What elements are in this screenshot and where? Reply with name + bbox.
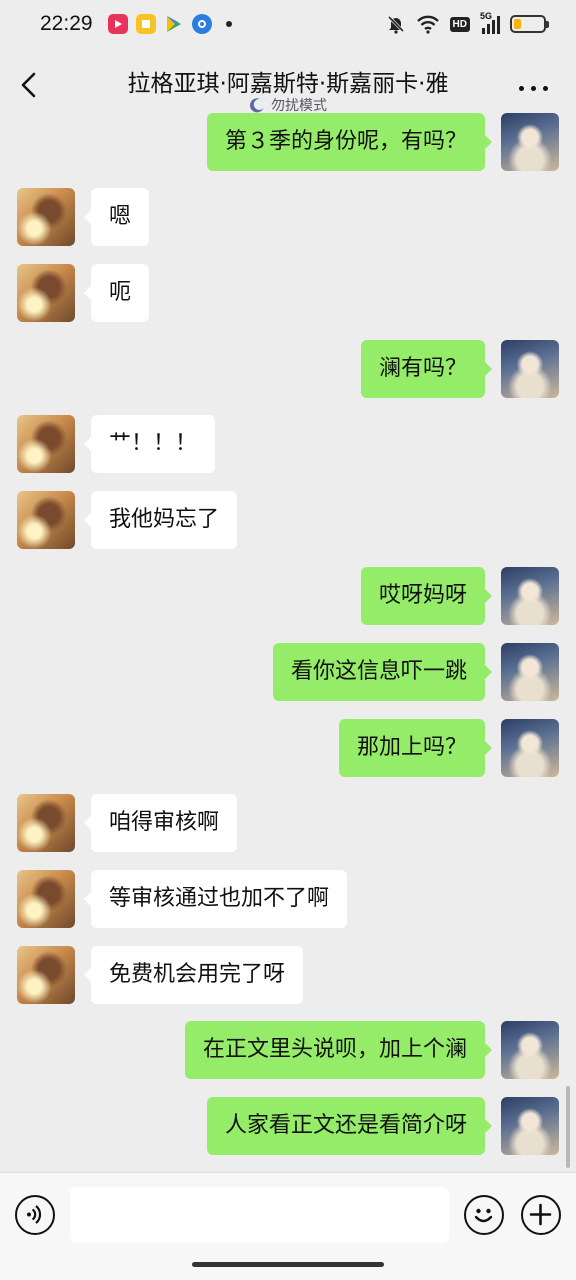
message-bubble[interactable]: 在正文里头说呗，加上个澜	[184, 1021, 493, 1079]
contact-avatar[interactable]	[17, 415, 75, 473]
do-not-disturb-label: 勿扰模式	[271, 98, 327, 114]
sent-message: 看你这信息吓一跳	[0, 643, 576, 703]
emoji-button[interactable]	[464, 1195, 504, 1235]
message-bubble[interactable]: 人家看正文还是看简介呀	[206, 1097, 493, 1155]
my-avatar[interactable]	[501, 643, 559, 701]
my-avatar[interactable]	[501, 567, 559, 625]
message-bubble[interactable]: 澜有吗？	[360, 340, 493, 398]
sent-message: 在正文里头说呗，加上个澜	[0, 1021, 576, 1081]
message-bubble[interactable]: 嗯	[83, 188, 150, 246]
received-message: 等审核通过也加不了啊	[0, 870, 576, 930]
hd-badge: HD	[449, 16, 470, 32]
status-bar: 22:29 HD 5G	[0, 0, 576, 52]
message-bubble[interactable]: 免费机会用完了呀	[83, 946, 304, 1004]
more-options-icon[interactable]	[519, 86, 548, 91]
message-bubble[interactable]: 那加上吗？	[338, 719, 493, 777]
chat-title: 拉格亚琪·阿嘉斯特·斯嘉丽卡·雅	[127, 71, 449, 97]
received-message: 咱得审核啊	[0, 794, 576, 854]
message-bubble[interactable]: 等审核通过也加不了啊	[83, 870, 348, 928]
my-avatar[interactable]	[501, 1021, 559, 1079]
notification-icons	[108, 14, 232, 34]
more-functions-button[interactable]	[521, 1195, 561, 1235]
smiley-icon	[474, 1208, 493, 1223]
contact-avatar[interactable]	[17, 188, 75, 246]
contact-avatar[interactable]	[17, 946, 75, 1004]
my-avatar[interactable]	[501, 113, 559, 171]
contact-avatar[interactable]	[17, 870, 75, 928]
sent-message: 那加上吗？	[0, 719, 576, 779]
battery-icon	[510, 15, 549, 33]
message-bubble[interactable]: 看你这信息吓一跳	[272, 643, 493, 701]
sent-message: 哎呀妈呀	[0, 567, 576, 627]
sent-message: 第３季的身份呢，有吗？	[0, 113, 576, 173]
contact-avatar[interactable]	[17, 794, 75, 852]
notes-app-icon	[136, 14, 156, 34]
do-not-disturb-status: 勿扰模式	[0, 95, 576, 115]
received-message: 艹！！！	[0, 415, 576, 475]
more-notifications-dot	[226, 21, 232, 27]
system-icons: HD 5G	[386, 11, 549, 34]
message-bubble[interactable]: 呃	[83, 264, 150, 322]
battery-level	[514, 19, 521, 29]
moon-icon	[250, 98, 264, 113]
message-bubble[interactable]: 哎呀妈呀	[360, 567, 493, 625]
my-avatar[interactable]	[501, 340, 559, 398]
signal-icon: 5G	[480, 11, 500, 34]
sent-message: 澜有吗？	[0, 340, 576, 400]
my-avatar[interactable]	[501, 1097, 559, 1155]
my-avatar[interactable]	[501, 719, 559, 777]
network-type-label: 5G	[480, 11, 493, 21]
message-bubble[interactable]: 第３季的身份呢，有吗？	[206, 113, 493, 171]
sent-message: 人家看正文还是看简介呀	[0, 1097, 576, 1157]
contact-avatar[interactable]	[17, 264, 75, 322]
message-input[interactable]	[70, 1187, 449, 1243]
scrollbar[interactable]	[566, 1086, 570, 1168]
browser-app-icon	[192, 14, 212, 34]
message-bubble[interactable]: 咱得审核啊	[83, 794, 238, 852]
message-bubble[interactable]: 我他妈忘了	[83, 491, 238, 549]
received-message: 免费机会用完了呀	[0, 946, 576, 1006]
status-time: 22:29	[40, 12, 93, 35]
voice-icon	[27, 1205, 42, 1224]
chat-header: 拉格亚琪·阿嘉斯特·斯嘉丽卡·雅 勿扰模式	[0, 52, 576, 118]
received-message: 嗯	[0, 188, 576, 248]
received-message: 我他妈忘了	[0, 491, 576, 551]
wifi-icon	[416, 15, 439, 34]
voice-input-button[interactable]	[15, 1195, 55, 1235]
mute-bell-icon	[387, 15, 404, 34]
plus-icon	[529, 1203, 552, 1226]
play-store-icon	[164, 14, 184, 34]
video-app-icon	[108, 14, 128, 34]
received-message: 呃	[0, 264, 576, 324]
message-bubble[interactable]: 艹！！！	[83, 415, 216, 473]
home-indicator[interactable]	[192, 1262, 384, 1267]
contact-avatar[interactable]	[17, 491, 75, 549]
